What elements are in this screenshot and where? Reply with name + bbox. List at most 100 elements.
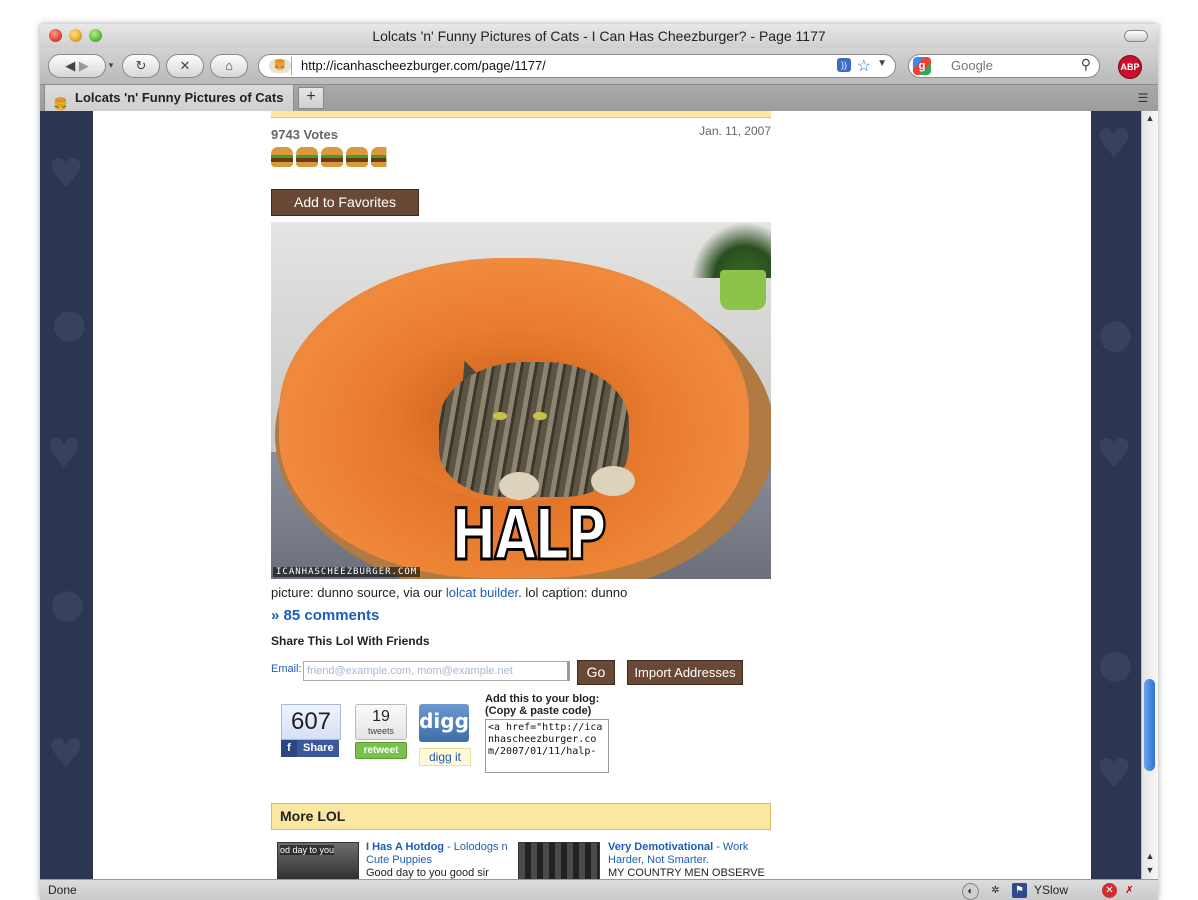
yslow-label[interactable]: YSlow [1034, 880, 1068, 900]
facebook-share-label: Share [303, 742, 334, 754]
stop-button[interactable]: ✕ [166, 54, 204, 78]
background-burger-icon: ● [52, 301, 87, 347]
image-caption-text: HALP [450, 493, 608, 578]
background-heart-icon: ♥ [48, 731, 84, 777]
bookmark-star-icon[interactable]: ☆ [857, 56, 871, 76]
related-lol-title-link[interactable]: Very Demotivational [608, 841, 713, 853]
retweet-button[interactable]: retweet [355, 742, 407, 759]
adblock-plus-icon[interactable]: ABP [1118, 55, 1142, 79]
related-lol-thumbnail[interactable]: od day to you [277, 842, 359, 879]
import-addresses-button[interactable]: Import Addresses [627, 660, 743, 685]
blog-embed-code-textarea[interactable]: <a href="http://icanhascheezburger.com/2… [485, 719, 609, 773]
tweets-label: tweets [367, 726, 394, 736]
scroll-up-arrow-icon[interactable]: ▲ [1142, 111, 1158, 125]
scrollbar-thumb[interactable] [1144, 679, 1155, 771]
image-cat-eye [493, 412, 507, 420]
tab-lolcats[interactable]: 🍔 Lolcats 'n' Funny Pictures of Cats ... [44, 85, 294, 131]
digg-logo-icon[interactable]: digg [419, 704, 469, 742]
firebug-icon[interactable]: ✗ [1122, 883, 1137, 898]
blog-embed-heading: Add this to your blog: (Copy & paste cod… [485, 693, 600, 717]
post-date: Jan. 11, 2007 [699, 124, 771, 138]
yslow-flag-icon[interactable]: ⚑ [1012, 883, 1027, 898]
share-heading: Share This Lol With Friends [271, 634, 430, 648]
image-watermark: ICANHASCHEEZBURGER.COM [273, 567, 421, 577]
back-forward-buttons[interactable]: ◀ ▶ [48, 54, 106, 78]
google-search-engine-icon[interactable]: g [913, 57, 931, 75]
new-tab-button[interactable]: + [298, 87, 324, 109]
related-lol-item: Very Demotivational - Work Harder, Not S… [608, 841, 768, 879]
tab-list-icon[interactable]: ☰ [1134, 89, 1152, 107]
caption-prefix: picture: dunno source, via our [271, 585, 446, 600]
address-bar[interactable]: 🍔 http://icanhascheezburger.com/page/117… [258, 54, 896, 78]
window-title: Lolcats 'n' Funny Pictures of Cats - I C… [372, 28, 826, 44]
image-credit: picture: dunno source, via our lolcat bu… [271, 585, 627, 600]
image-cat-paw [591, 466, 635, 496]
background-heart-icon: ♥ [46, 431, 82, 477]
status-text: Done [48, 883, 77, 897]
add-to-favorites-button[interactable]: Add to Favorites [271, 189, 419, 216]
related-lol-title-link[interactable]: I Has A Hotdog [366, 841, 444, 853]
burger-rating-icon[interactable] [346, 147, 368, 167]
minimize-window-button[interactable] [69, 29, 82, 42]
more-lol-title: More LOL [280, 808, 346, 824]
rss-feed-icon[interactable]: )) [837, 58, 851, 72]
background-burger-icon: ● [50, 581, 85, 627]
connection-status-icon[interactable]: ◐ [962, 883, 979, 900]
forward-arrow-icon[interactable]: ▶ [79, 58, 89, 73]
background-heart-icon: ♥ [1096, 121, 1132, 167]
facebook-share-count: 607 [281, 704, 341, 740]
background-heart-icon: ♥ [1096, 431, 1132, 477]
magnifier-icon[interactable]: ⚲ [1081, 56, 1091, 73]
search-placeholder[interactable]: Google [951, 58, 993, 73]
burger-rating-partial-icon[interactable] [371, 147, 387, 167]
burger-rating-icon[interactable] [271, 147, 293, 167]
background-heart-icon: ♥ [1096, 751, 1132, 797]
scroll-down-arrow-icon[interactable]: ▼ [1142, 863, 1158, 877]
thumbnail-caption: od day to you [280, 845, 335, 855]
tweet-count: 19 [372, 708, 390, 725]
title-bar: Lolcats 'n' Funny Pictures of Cats - I C… [40, 24, 1158, 48]
related-lol-item: I Has A Hotdog - Lolodogs n Cute Puppies… [366, 841, 511, 879]
site-favicon-icon: 🍔 [269, 59, 291, 73]
background-burger-icon: ● [1098, 311, 1133, 357]
image-flower-pot [720, 270, 766, 310]
zoom-window-button[interactable] [89, 29, 102, 42]
burger-rating[interactable] [271, 147, 396, 169]
url-text[interactable]: http://icanhascheezburger.com/page/1177/ [301, 58, 546, 73]
related-lol-snippet: Good day to you good sir [366, 867, 489, 879]
burger-rating-icon[interactable] [296, 147, 318, 167]
lolcat-image[interactable]: HALP ICANHASCHEEZBURGER.COM [271, 222, 771, 579]
home-button[interactable]: ⌂ [210, 54, 248, 78]
vertical-scrollbar[interactable]: ▲ ▲ ▼ [1141, 111, 1158, 879]
toolbar-toggle-button[interactable] [1124, 30, 1148, 42]
go-button[interactable]: Go [577, 660, 615, 685]
vote-count: 9743 Votes [271, 127, 338, 142]
navigation-toolbar: ◀ ▶ ▾ ↻ ✕ ⌂ 🍔 http://icanhascheezburger.… [40, 48, 1158, 84]
related-lol-thumbnail[interactable] [518, 842, 600, 879]
email-label: Email: [271, 663, 302, 675]
browser-window: Lolcats 'n' Funny Pictures of Cats - I C… [40, 24, 1158, 900]
status-bar: Done ◐ ✲ ⚑ YSlow ✕ ✗ [40, 879, 1158, 900]
more-lol-header: More LOL [271, 803, 771, 830]
email-field[interactable]: friend@example.com, mom@example.net [303, 661, 570, 681]
lolcat-builder-link[interactable]: lolcat builder [446, 585, 518, 600]
extension-gear-icon[interactable]: ✲ [988, 883, 1003, 898]
image-cat-eye [533, 412, 547, 420]
page-viewport: ♥ ● ♥ ● ♥ ♥ ● ♥ ● ♥ 9743 Votes Jan. 11, … [40, 111, 1142, 879]
search-bar[interactable]: g Google ⚲ [908, 54, 1100, 78]
comments-link[interactable]: » 85 comments [271, 607, 379, 624]
reload-icon: ↻ [135, 58, 147, 73]
scroll-up-arrow-icon[interactable]: ▲ [1142, 849, 1158, 863]
back-arrow-icon[interactable]: ◀ [65, 58, 75, 73]
history-dropdown-icon[interactable]: ▾ [106, 54, 116, 76]
digg-it-link[interactable]: digg it [419, 748, 471, 766]
error-icon[interactable]: ✕ [1102, 883, 1117, 898]
url-separator [291, 57, 292, 75]
burger-rating-icon[interactable] [321, 147, 343, 167]
url-dropdown-icon[interactable]: ▼ [877, 58, 887, 69]
facebook-share-button[interactable]: f Share [281, 740, 339, 757]
reload-button[interactable]: ↻ [122, 54, 160, 78]
page-content: 9743 Votes Jan. 11, 2007 Add to Favorite… [93, 111, 1091, 879]
close-window-button[interactable] [49, 29, 62, 42]
home-icon: ⌂ [225, 58, 233, 73]
